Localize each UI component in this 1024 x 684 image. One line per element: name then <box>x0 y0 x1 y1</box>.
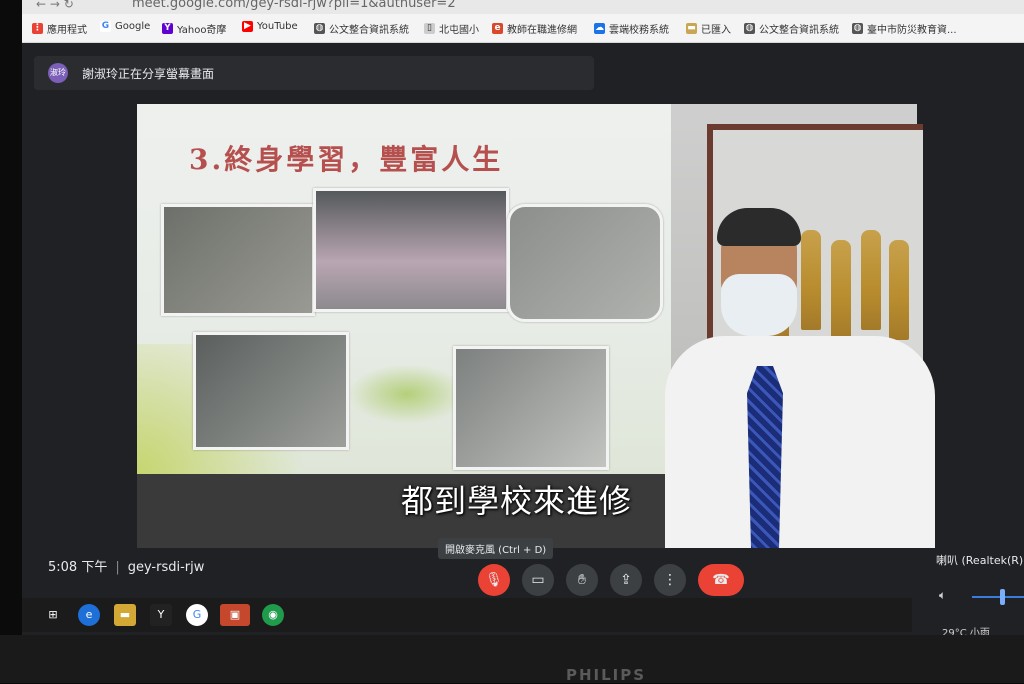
edge-icon[interactable]: e <box>78 604 100 626</box>
volume-icon[interactable]: 🔈︎ <box>939 588 946 603</box>
monitor-brand: PHILIPS <box>566 666 647 684</box>
cloud-icon: ☁ <box>594 23 605 34</box>
slide-photo <box>313 188 509 312</box>
yahoo-icon: Y <box>162 23 173 34</box>
hand-icon: ✋︎ <box>578 572 586 588</box>
bookmark-label: 已匯入 <box>701 25 731 36</box>
bookmark-teacher-training[interactable]: e 教師在職進修網 <box>492 21 577 36</box>
address-bar[interactable]: ← → ↻ meet.google.com/gey-rsdi-rjw?pli=1… <box>22 0 1024 14</box>
bookmark-label: 公文整合資訊系統 <box>329 25 409 36</box>
mic-off-icon: 🎙︎ <box>485 572 503 588</box>
youtube-icon: ▶ <box>242 21 253 32</box>
file-explorer-icon[interactable]: ▬ <box>114 604 136 626</box>
monitor-screen: ← → ↻ meet.google.com/gey-rsdi-rjw?pli=1… <box>22 0 1024 636</box>
bookmark-label: 臺中市防災教育資... <box>867 25 957 36</box>
necktie <box>747 366 783 548</box>
google-app-icon[interactable]: G <box>186 604 208 626</box>
bookmark-imported-folder[interactable]: ▬ 已匯入 <box>686 21 731 36</box>
bookmarks-bar: ⋮ 應用程式 G Google Y Yahoo奇摩 ▶ YouTube ◍ 公文… <box>22 14 1024 43</box>
bookmark-label: 北屯國小 <box>439 25 479 36</box>
meeting-details: 5:08 下午 | gey-rsdi-rjw <box>48 556 204 575</box>
slide-decoration <box>347 364 467 424</box>
separator: | <box>115 560 120 575</box>
bookmark-document-system-2[interactable]: ◍ 公文整合資訊系統 <box>744 21 839 36</box>
bookmark-youtube[interactable]: ▶ YouTube <box>242 21 298 32</box>
apps-grid-icon: ⋮ <box>32 23 43 34</box>
bookmark-label: 公文整合資訊系統 <box>759 25 839 36</box>
slide-photo <box>193 332 349 450</box>
bookmark-document-system[interactable]: ◍ 公文整合資訊系統 <box>314 21 409 36</box>
yahoo-app-icon[interactable]: Y <box>150 604 172 626</box>
monitor-bezel <box>0 0 22 683</box>
slide-photo <box>161 204 315 316</box>
avatar: 淑玲 <box>48 63 68 83</box>
volume-slider[interactable] <box>972 596 1024 598</box>
bookmark-label: YouTube <box>257 21 298 32</box>
bookmark-yahoo[interactable]: Y Yahoo奇摩 <box>162 21 226 36</box>
slide-photo <box>507 204 663 322</box>
windows-start-icon[interactable]: ⊞ <box>42 604 64 626</box>
more-options-button[interactable]: ⋮ <box>654 564 686 596</box>
trophy <box>861 230 881 330</box>
globe-icon: ◍ <box>314 23 325 34</box>
present-icon: ⇪ <box>620 572 632 588</box>
bookmark-label: Google <box>115 21 151 32</box>
mic-toggle-button[interactable]: 🎙︎ <box>478 564 510 596</box>
end-call-icon: ☎ <box>712 572 730 588</box>
url-text: meet.google.com/gey-rsdi-rjw?pli=1&authu… <box>132 0 456 11</box>
camera-icon: ▭ <box>531 572 545 588</box>
google-icon: G <box>100 21 111 32</box>
edu-icon: e <box>492 23 503 34</box>
bookmark-label: 雲端校務系統 <box>609 25 669 36</box>
bookmark-google[interactable]: G Google <box>100 21 150 32</box>
slide-photo <box>453 346 609 470</box>
monitor-bezel-bottom <box>0 635 1024 683</box>
more-vert-icon: ⋮ <box>663 572 677 588</box>
leave-call-button[interactable]: ☎ <box>698 564 744 596</box>
speaker-shirt <box>665 336 935 548</box>
slide-title: 3.終身學習，豐富人生 <box>189 143 504 176</box>
speaker-device-label: 喇叭 (Realtek(R) A <box>936 554 1024 567</box>
bookmark-label: Yahoo奇摩 <box>177 25 227 36</box>
camera-toggle-button[interactable]: ▭ <box>522 564 554 596</box>
raise-hand-button[interactable]: ✋︎ <box>566 564 598 596</box>
windows-taskbar: ⊞ e ▬ Y G ▣ ◉ <box>22 598 912 632</box>
presentation-banner: 淑玲 謝淑玲正在分享螢幕畫面 <box>34 56 594 90</box>
live-caption: 都到學校來進修 <box>401 482 633 520</box>
mic-tooltip: 開啟麥克風 (Ctrl + D) <box>438 538 554 559</box>
globe-icon: ◍ <box>852 23 863 34</box>
face-mask <box>721 274 797 336</box>
speaker-hair <box>717 208 801 246</box>
bookmark-label: 應用程式 <box>47 25 87 36</box>
page-icon: ▯ <box>424 23 435 34</box>
trophy <box>889 240 909 340</box>
line-app-icon[interactable]: ▣ <box>220 604 250 626</box>
presenter-status: 謝淑玲正在分享螢幕畫面 <box>82 67 215 81</box>
folder-icon: ▬ <box>686 23 697 34</box>
meeting-code[interactable]: gey-rsdi-rjw <box>128 560 205 575</box>
bookmark-apps[interactable]: ⋮ 應用程式 <box>32 21 87 36</box>
bookmark-label: 教師在職進修網 <box>507 25 577 36</box>
present-screen-button[interactable]: ⇪ <box>610 564 642 596</box>
bookmark-disaster-education[interactable]: ◍ 臺中市防災教育資... <box>852 21 957 36</box>
bookmark-beitun[interactable]: ▯ 北屯國小 <box>424 21 479 36</box>
trophy <box>801 230 821 330</box>
speaker-camera-feed <box>665 104 935 548</box>
chrome-icon[interactable]: ◉ <box>262 604 284 626</box>
shared-slide: 3.終身學習，豐富人生 <box>137 104 681 474</box>
nav-arrows-icon[interactable]: ← → ↻ <box>36 0 74 11</box>
trophy <box>831 240 851 340</box>
clock-time: 5:08 下午 <box>48 560 108 575</box>
globe-icon: ◍ <box>744 23 755 34</box>
bookmark-cloud-school[interactable]: ☁ 雲端校務系統 <box>594 21 669 36</box>
volume-slider-handle[interactable] <box>1000 589 1005 605</box>
